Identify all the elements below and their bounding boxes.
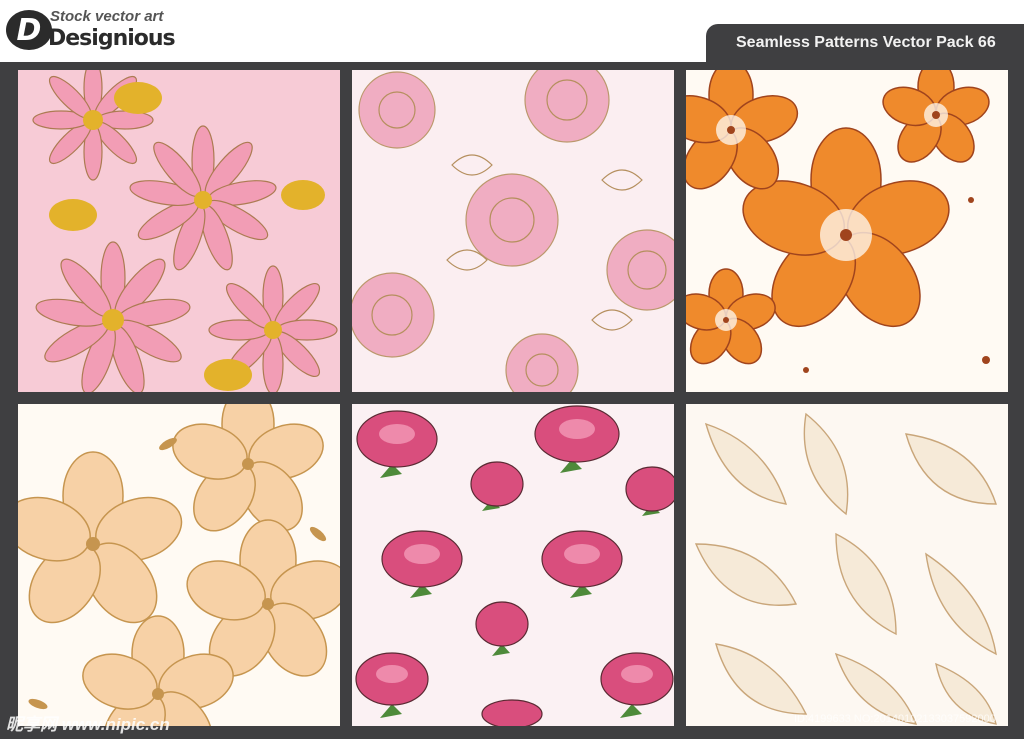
- page-title: Seamless Patterns Vector Pack 66: [736, 34, 996, 51]
- logo-wordmark: Designious: [48, 26, 176, 51]
- orange-hibiscus-pattern: [686, 70, 1008, 392]
- pink-rose-pattern: [352, 70, 674, 392]
- title-tab: Seamless Patterns Vector Pack 66: [706, 24, 1024, 62]
- logo-tagline: Stock vector art: [50, 8, 164, 25]
- header: D Stock vector art Designious Seamless P…: [0, 0, 1024, 62]
- cream-lily-pattern: [686, 404, 1008, 726]
- logo-badge: D: [6, 10, 52, 50]
- pattern-panel: [0, 62, 1024, 739]
- designious-logo: D Stock vector art Designious: [6, 4, 216, 52]
- pink-daisy-pattern: [18, 70, 340, 392]
- magenta-peony-pattern: [352, 404, 674, 726]
- site-watermark: 昵享网 www.nipic.cn: [6, 715, 170, 734]
- peach-blossom-pattern: [18, 404, 340, 726]
- id-watermark: ID:4199633 NO:20140102133037592000: [794, 713, 996, 725]
